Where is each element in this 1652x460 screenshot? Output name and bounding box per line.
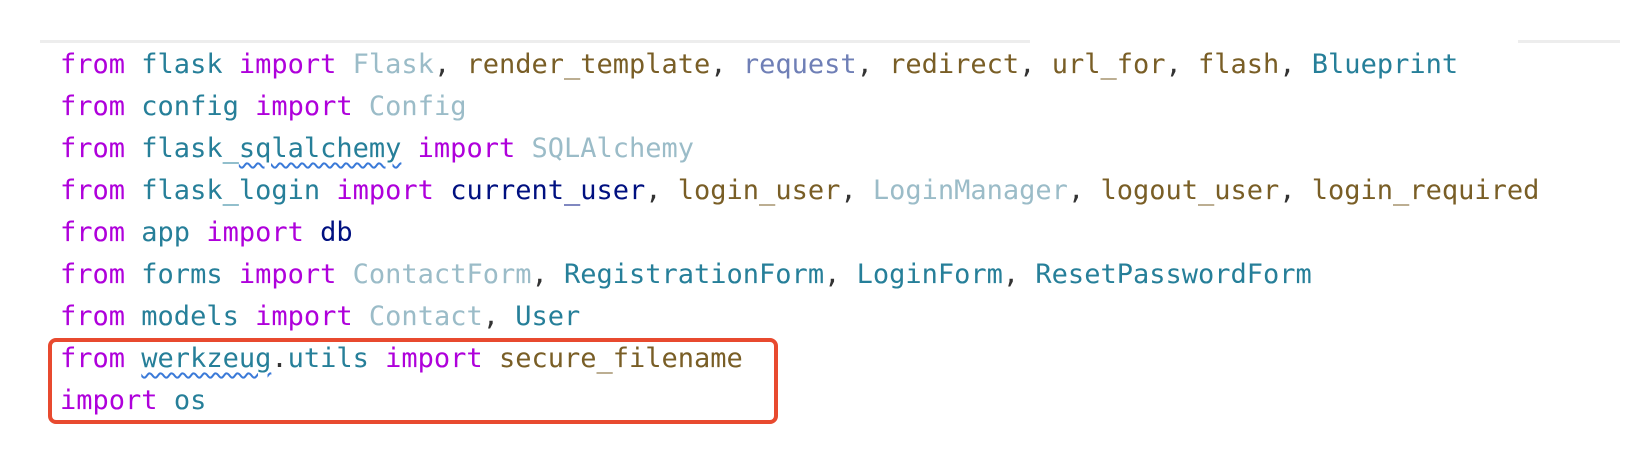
code-punctuation (125, 133, 141, 164)
code-token: from (60, 91, 126, 122)
code-token: from (60, 133, 126, 164)
code-punctuation: , (433, 49, 467, 80)
code-punctuation (401, 133, 417, 164)
code-token: flask_login (141, 175, 321, 206)
code-line[interactable]: from config import Config (60, 86, 1640, 128)
code-punctuation: , (645, 175, 678, 206)
code-line[interactable]: from app import db (60, 212, 1640, 254)
code-punctuation (239, 91, 255, 122)
code-punctuation (125, 91, 141, 122)
code-token: models (141, 301, 239, 332)
code-punctuation: , (710, 49, 743, 80)
code-token: ContactForm (352, 259, 532, 290)
code-punctuation (125, 175, 141, 206)
code-punctuation (353, 91, 369, 122)
code-token: ResetPasswordForm (1035, 259, 1312, 290)
code-punctuation (125, 301, 141, 332)
code-token: from (60, 259, 126, 290)
code-token: config (141, 91, 239, 122)
highlight-annotation-box (48, 338, 778, 424)
code-punctuation: , (1067, 175, 1101, 206)
code-token: redirect (889, 49, 1020, 80)
code-token: import (238, 49, 337, 80)
code-token: request (742, 49, 857, 80)
code-punctuation (125, 259, 141, 290)
code-line[interactable]: from flask_sqlalchemy import SQLAlchemy (60, 128, 1640, 170)
code-token: from (60, 175, 126, 206)
code-token: flask (141, 49, 223, 80)
code-punctuation: , (1165, 49, 1198, 80)
code-token: Blueprint (1311, 49, 1459, 80)
code-punctuation (125, 217, 141, 248)
code-punctuation (223, 49, 239, 80)
code-token: forms (141, 259, 223, 290)
code-token: RegistrationForm (563, 259, 825, 290)
code-token: import (206, 217, 304, 248)
code-token: logout_user (1100, 175, 1280, 206)
code-token: sqlalchemy (238, 133, 402, 164)
code-token: User (515, 301, 581, 332)
code-token: import (238, 259, 337, 290)
horizontal-scrollbar-track[interactable] (40, 40, 1030, 43)
code-punctuation (125, 49, 141, 80)
code-punctuation: , (840, 175, 873, 206)
code-punctuation: , (856, 49, 890, 80)
code-token: LoginForm (856, 259, 1003, 290)
code-punctuation (304, 217, 320, 248)
code-token: SQLAlchemy (531, 133, 695, 164)
code-token: from (60, 49, 126, 80)
code-punctuation (515, 133, 531, 164)
code-token: login_user (677, 175, 841, 206)
code-token: render_template (466, 49, 711, 80)
code-line[interactable]: from models import Contact, User (60, 296, 1640, 338)
code-punctuation: , (824, 259, 857, 290)
code-token: flash (1198, 49, 1280, 80)
code-punctuation (320, 175, 336, 206)
code-line[interactable]: from forms import ContactForm, Registrat… (60, 254, 1640, 296)
code-punctuation: , (1279, 49, 1312, 80)
code-token: Contact (368, 301, 483, 332)
code-token: url_for (1051, 49, 1166, 80)
code-line[interactable]: from flask_login import current_user, lo… (60, 170, 1640, 212)
code-punctuation (353, 301, 369, 332)
code-token: LoginManager (872, 175, 1068, 206)
code-token: from (60, 217, 126, 248)
code-punctuation (336, 259, 352, 290)
code-punctuation: , (531, 259, 564, 290)
horizontal-scrollbar-thumb[interactable] (1518, 40, 1620, 43)
code-token: Flask (352, 49, 434, 80)
code-token: from (60, 301, 126, 332)
code-line[interactable]: from flask import Flask, render_template… (60, 44, 1640, 86)
code-token: current_user (450, 175, 646, 206)
code-token: import (255, 301, 353, 332)
code-punctuation (239, 301, 255, 332)
code-punctuation: , (482, 301, 516, 332)
code-token: import (417, 133, 516, 164)
code-token: Config (368, 91, 467, 122)
code-token: db (320, 217, 353, 248)
code-token: app (141, 217, 191, 248)
code-punctuation (434, 175, 450, 206)
code-punctuation (190, 217, 206, 248)
code-token: login_required (1311, 175, 1540, 206)
code-punctuation (223, 259, 239, 290)
code-token: import (336, 175, 434, 206)
code-punctuation: , (1002, 259, 1036, 290)
code-punctuation: , (1019, 49, 1052, 80)
code-punctuation: , (1279, 175, 1312, 206)
code-punctuation (336, 49, 352, 80)
code-token: import (255, 91, 353, 122)
code-token: flask_ (141, 133, 239, 164)
